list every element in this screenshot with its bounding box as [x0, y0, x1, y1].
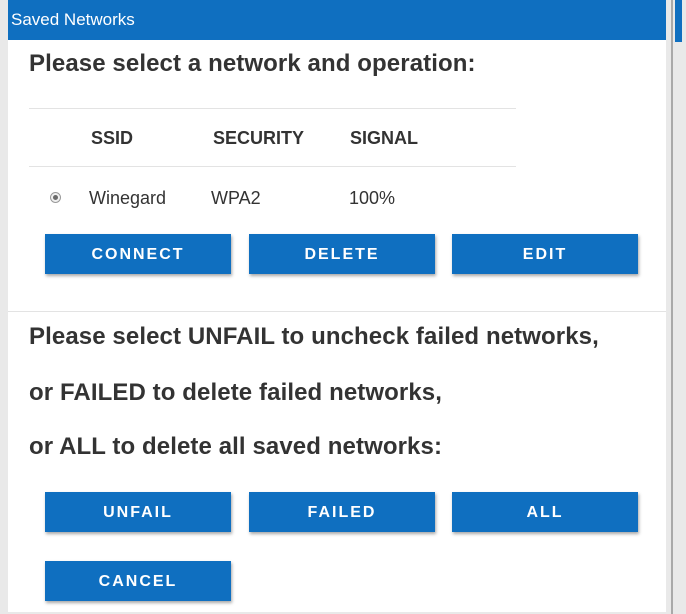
cell-ssid: Winegard — [89, 188, 167, 208]
delete-button[interactable]: DELETE — [249, 234, 435, 274]
all-button[interactable]: ALL — [452, 492, 638, 532]
table-header-divider — [29, 166, 516, 167]
column-header-signal: SIGNAL — [350, 128, 419, 148]
select-network-heading: Please select a network and operation: — [29, 50, 476, 77]
cancel-button[interactable]: CANCEL — [45, 561, 231, 601]
unfail-instruction-line: Please select UNFAIL to uncheck failed n… — [29, 323, 599, 350]
connect-button[interactable]: CONNECT — [45, 234, 231, 274]
column-header-ssid: SSID — [91, 128, 134, 148]
section-divider — [8, 311, 666, 312]
cell-signal: 100% — [349, 188, 396, 208]
edit-button[interactable]: EDIT — [452, 234, 638, 274]
title-bar: Saved Networks — [8, 0, 666, 40]
scrollbar-thumb[interactable] — [675, 0, 682, 42]
radio-selected-dot — [53, 195, 58, 200]
table-top-divider — [29, 108, 516, 109]
scrollbar-edge — [671, 0, 673, 614]
scrollbar-track[interactable] — [666, 0, 686, 614]
failed-instruction-line: or FAILED to delete failed networks, — [29, 379, 443, 406]
saved-networks-panel: Saved Networks Please select a network a… — [8, 0, 666, 612]
all-instruction-line: or ALL to delete all saved networks: — [29, 433, 443, 460]
failed-button[interactable]: FAILED — [249, 492, 435, 532]
column-header-security: SECURITY — [213, 128, 305, 148]
network-radio-button[interactable] — [50, 192, 61, 203]
cell-security: WPA2 — [211, 188, 261, 208]
unfail-button[interactable]: UNFAIL — [45, 492, 231, 532]
